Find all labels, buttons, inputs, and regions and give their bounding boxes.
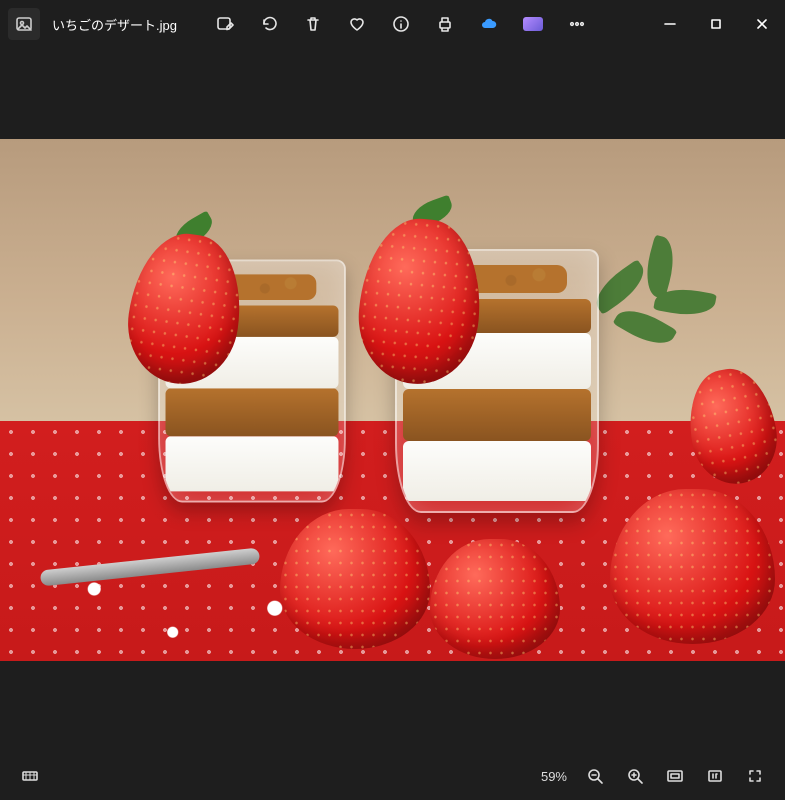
window-controls: [647, 8, 785, 40]
maximize-icon: [707, 15, 725, 33]
more-icon: [568, 15, 586, 33]
filmstrip-toggle-button[interactable]: [12, 758, 48, 794]
rotate-icon: [260, 15, 278, 33]
trash-icon: [304, 15, 322, 33]
fit-to-window-button[interactable]: [657, 758, 693, 794]
zoom-level[interactable]: 59%: [535, 769, 573, 784]
favorite-button[interactable]: [337, 4, 377, 44]
filmstrip-icon: [21, 767, 39, 785]
zoom-out-button[interactable]: [577, 758, 613, 794]
file-name: いちごのデザート.jpg: [52, 15, 177, 34]
zoom-out-icon: [586, 767, 604, 785]
minimize-button[interactable]: [647, 8, 693, 40]
info-icon: [392, 15, 410, 33]
actual-size-icon: [706, 767, 724, 785]
cloud-backup-button[interactable]: [469, 4, 509, 44]
fullscreen-button[interactable]: [737, 758, 773, 794]
image-viewport[interactable]: [0, 48, 785, 752]
print-button[interactable]: [425, 4, 465, 44]
zoom-in-button[interactable]: [617, 758, 653, 794]
image-icon: [15, 15, 33, 33]
title-bar: いちごのデザート.jpg: [0, 0, 785, 48]
edit-image-button[interactable]: [205, 4, 245, 44]
status-bar: 59%: [0, 752, 785, 800]
zoom-in-icon: [626, 767, 644, 785]
maximize-button[interactable]: [693, 8, 739, 40]
minimize-icon: [661, 15, 679, 33]
file-thumbnail: [8, 8, 40, 40]
clipchamp-icon: [523, 17, 543, 31]
clipchamp-button[interactable]: [513, 4, 553, 44]
edit-image-icon: [216, 15, 234, 33]
more-button[interactable]: [557, 4, 597, 44]
cloud-icon: [480, 15, 498, 33]
rotate-button[interactable]: [249, 4, 289, 44]
actual-size-button[interactable]: [697, 758, 733, 794]
displayed-image: [0, 139, 785, 661]
print-icon: [436, 15, 454, 33]
delete-button[interactable]: [293, 4, 333, 44]
fit-to-window-icon: [666, 767, 684, 785]
close-icon: [753, 15, 771, 33]
fullscreen-icon: [746, 767, 764, 785]
info-button[interactable]: [381, 4, 421, 44]
heart-icon: [348, 15, 366, 33]
close-button[interactable]: [739, 8, 785, 40]
